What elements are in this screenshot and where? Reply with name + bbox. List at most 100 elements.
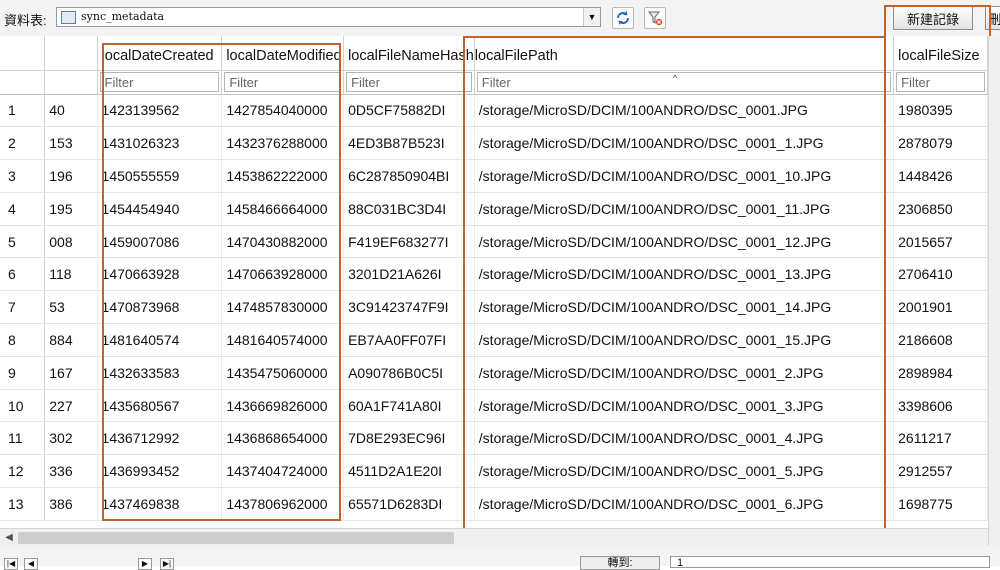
cell-modified[interactable]: 1453862222000 <box>221 159 345 193</box>
cell-size[interactable]: 2186608 <box>893 323 988 357</box>
cell-a[interactable]: 167 <box>44 356 98 390</box>
next-page-icon[interactable]: ▶ <box>138 558 152 570</box>
column-header[interactable]: localFileSize <box>893 36 988 71</box>
goto-button[interactable]: 轉到: <box>580 556 660 570</box>
cell-hash[interactable]: F419EF683277I <box>343 225 475 259</box>
scroll-left-icon[interactable]: ◀ <box>0 529 18 547</box>
cell-modified[interactable]: 1437404724000 <box>221 454 345 489</box>
table-row[interactable]: 3 196 1450555559 1453862222000 6C287850904BI… <box>0 159 988 193</box>
column-header[interactable]: localFilePath <box>474 36 895 71</box>
table-row[interactable]: 9 167 1432633583 1435475060000 A090786B0C5I /… <box>0 356 988 390</box>
cell-path[interactable]: /storage/MicroSD/DCIM/100ANDRO/DSC_0001.… <box>474 94 895 128</box>
cell-hash[interactable]: 6C287850904BI <box>343 159 475 193</box>
clear-filters-button[interactable] <box>644 7 666 29</box>
cell-hash[interactable]: 60A1F741A80I <box>343 389 475 423</box>
cell-path[interactable]: /storage/MicroSD/DCIM/100ANDRO/DSC_0001_… <box>474 225 895 259</box>
table-row[interactable]: 12 336 1436993452 1437404724000 4511D2A1E20I… <box>0 454 988 489</box>
filter-input[interactable] <box>346 72 472 92</box>
cell-created[interactable]: 1436712992 <box>97 421 223 456</box>
cell-path[interactable]: /storage/MicroSD/DCIM/100ANDRO/DSC_0001_… <box>474 192 895 226</box>
column-header[interactable]: localDateModified <box>221 36 345 71</box>
cell-created[interactable]: 1454454940 <box>97 192 223 226</box>
filter-input[interactable] <box>224 72 342 92</box>
first-page-icon[interactable]: |◀ <box>4 558 18 570</box>
cell-created[interactable]: 1423139562 <box>97 94 223 128</box>
cell-hash[interactable]: 88C031BC3D4I <box>343 192 475 226</box>
cell-path[interactable]: /storage/MicroSD/DCIM/100ANDRO/DSC_0001_… <box>474 389 895 423</box>
horizontal-scrollbar[interactable]: ◀ <box>0 528 988 547</box>
table-row[interactable]: 10 227 1435680567 1436669826000 60A1F741A80I… <box>0 389 988 423</box>
cell-path[interactable]: /storage/MicroSD/DCIM/100ANDRO/DSC_0001_… <box>474 290 895 325</box>
cell-created[interactable]: 1470663928 <box>97 257 223 292</box>
cell-a[interactable]: 008 <box>44 225 98 259</box>
cell-hash[interactable]: EB7AA0FF07FI <box>343 323 475 357</box>
cell-a[interactable]: 884 <box>44 323 98 357</box>
cell-path[interactable]: /storage/MicroSD/DCIM/100ANDRO/DSC_0001_… <box>474 487 895 521</box>
cell-size[interactable]: 1698775 <box>893 487 988 521</box>
table-row[interactable]: 4 195 1454454940 1458466664000 88C031BC3D4I /… <box>0 192 988 226</box>
cell-created[interactable]: 1432633583 <box>97 356 223 390</box>
cell-hash[interactable]: 4511D2A1E20I <box>343 454 475 489</box>
cell-created[interactable]: 1437469838 <box>97 487 223 521</box>
cell-hash[interactable]: 4ED3B87B523I <box>343 126 475 161</box>
cell-modified[interactable]: 1474857830000 <box>221 290 345 325</box>
cell-hash[interactable]: 65571D6283DI <box>343 487 475 521</box>
cell-a[interactable]: 386 <box>44 487 98 521</box>
filter-input[interactable] <box>896 72 985 92</box>
cell-a[interactable]: 195 <box>44 192 98 226</box>
cell-hash[interactable]: 7D8E293EC96I <box>343 421 475 456</box>
cell-size[interactable]: 3398606 <box>893 389 988 423</box>
cell-created[interactable]: 1435680567 <box>97 389 223 423</box>
table-row[interactable]: 13 386 1437469838 1437806962000 65571D6283DI… <box>0 487 988 521</box>
cell-path[interactable]: /storage/MicroSD/DCIM/100ANDRO/DSC_0001_… <box>474 159 895 193</box>
delete-record-button[interactable]: 刪 <box>985 6 1000 30</box>
cell-modified[interactable]: 1437806962000 <box>221 487 345 521</box>
chevron-down-icon[interactable]: ▼ <box>583 8 600 26</box>
cell-modified[interactable]: 1481640574000 <box>221 323 345 357</box>
table-row[interactable]: 11 302 1436712992 1436868654000 7D8E293EC96I… <box>0 421 988 456</box>
cell-size[interactable]: 2611217 <box>893 421 988 456</box>
cell-modified[interactable]: 1436868654000 <box>221 421 345 456</box>
cell-a[interactable]: 227 <box>44 389 98 423</box>
filter-input[interactable] <box>99 72 220 92</box>
cell-path[interactable]: /storage/MicroSD/DCIM/100ANDRO/DSC_0001_… <box>474 257 895 292</box>
table-row[interactable]: 8 884 1481640574 1481640574000 EB7AA0FF07FI /… <box>0 323 988 357</box>
cell-size[interactable]: 2878079 <box>893 126 988 161</box>
cell-size[interactable]: 1980395 <box>893 94 988 128</box>
vertical-scrollbar[interactable] <box>988 36 1000 546</box>
cell-modified[interactable]: 1470663928000 <box>221 257 345 292</box>
refresh-button[interactable] <box>612 7 634 29</box>
cell-size[interactable]: 1448426 <box>893 159 988 193</box>
cell-hash[interactable]: 3C91423747F9I <box>343 290 475 325</box>
cell-hash[interactable]: 0D5CF75882DI <box>343 94 475 128</box>
cell-created[interactable]: 1450555559 <box>97 159 223 193</box>
cell-created[interactable]: 1436993452 <box>97 454 223 489</box>
cell-modified[interactable]: 1432376288000 <box>221 126 345 161</box>
cell-a[interactable]: 40 <box>44 94 98 128</box>
table-row[interactable]: 1 40 1423139562 1427854040000 0D5CF75882DI/s… <box>0 94 988 128</box>
cell-path[interactable]: /storage/MicroSD/DCIM/100ANDRO/DSC_0001_… <box>474 421 895 456</box>
new-record-button[interactable]: 新建記錄 <box>893 6 973 30</box>
prev-page-icon[interactable]: ◀ <box>24 558 38 570</box>
cell-hash[interactable]: A090786B0C5I <box>343 356 475 390</box>
cell-size[interactable]: 2015657 <box>893 225 988 259</box>
cell-path[interactable]: /storage/MicroSD/DCIM/100ANDRO/DSC_0001_… <box>474 454 895 489</box>
cell-modified[interactable]: 1435475060000 <box>221 356 345 390</box>
table-row[interactable]: 7 53 1470873968 1474857830000 3C91423747F9I /… <box>0 290 988 325</box>
cell-modified[interactable]: 1436669826000 <box>221 389 345 423</box>
cell-a[interactable]: 153 <box>44 126 98 161</box>
table-select[interactable]: sync_metadata ▼ <box>56 7 601 27</box>
cell-path[interactable]: /storage/MicroSD/DCIM/100ANDRO/DSC_0001_… <box>474 323 895 357</box>
cell-modified[interactable]: 1458466664000 <box>221 192 345 226</box>
cell-size[interactable]: 2001901 <box>893 290 988 325</box>
column-header[interactable] <box>44 36 98 71</box>
table-row[interactable]: 6 118 1470663928 1470663928000 3201D21A626I /… <box>0 257 988 292</box>
cell-hash[interactable]: 3201D21A626I <box>343 257 475 292</box>
cell-path[interactable]: /storage/MicroSD/DCIM/100ANDRO/DSC_0001_… <box>474 126 895 161</box>
cell-created[interactable]: 1470873968 <box>97 290 223 325</box>
cell-size[interactable]: 2912557 <box>893 454 988 489</box>
cell-a[interactable]: 336 <box>44 454 98 489</box>
filter-input[interactable] <box>476 72 892 92</box>
column-header[interactable]: localDateCreated <box>97 36 223 71</box>
cell-created[interactable]: 1431026323 <box>97 126 223 161</box>
